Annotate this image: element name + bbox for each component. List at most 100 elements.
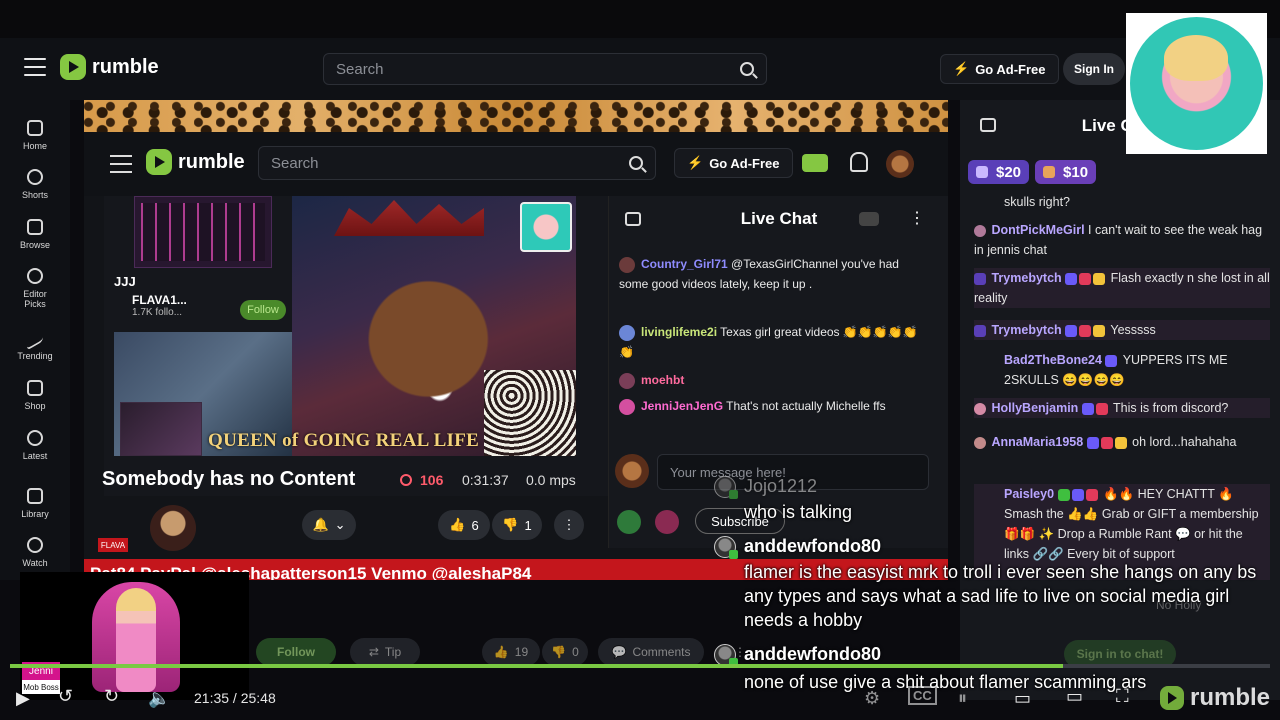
settings-gear-icon[interactable]: ⚙ — [864, 688, 880, 709]
rant-amount: $10 — [1063, 163, 1089, 181]
forward-icon[interactable]: ↻ — [104, 686, 119, 707]
chat-username: JenniJenJenG — [641, 399, 724, 413]
sidebar-item-library[interactable]: Library — [0, 488, 70, 519]
viewer-count: 106 — [420, 472, 444, 488]
collapse-chat-icon[interactable] — [980, 118, 996, 132]
user-avatar — [974, 402, 986, 415]
rant-chip[interactable]: $20 — [968, 160, 1030, 184]
chat-username: Trymebytch — [991, 323, 1062, 337]
inner-chat-message: livinglifeme2i Texas girl great videos 👏… — [619, 322, 929, 362]
inner-chat-avatar — [615, 454, 649, 488]
go-ad-free-button[interactable]: ⚡ Go Ad-Free — [940, 54, 1059, 84]
rant-strip: $20 $10 — [968, 160, 1097, 184]
dislike-count: 0 — [572, 645, 579, 659]
inner-search-input: Search — [258, 146, 656, 180]
rant-avatar-icon — [976, 166, 988, 178]
supporter-badge-icon — [1095, 402, 1108, 415]
pip-icon[interactable]: ⏸ — [958, 688, 967, 709]
chat-username: Paisley0 — [1004, 487, 1055, 501]
rant-dollar-icon — [617, 510, 641, 534]
rumble-logo-icon — [60, 54, 86, 80]
dislike-button[interactable]: 👎 0 — [542, 638, 588, 666]
comment-icon: 💬 — [611, 645, 627, 659]
membership-badge-icon — [1081, 402, 1094, 415]
mps-rate: 0.0 mps — [526, 472, 576, 488]
rewind-icon[interactable]: ↺ — [58, 686, 73, 707]
volume-icon[interactable]: 🔈 — [148, 688, 170, 709]
video-title: Somebody has no Content — [102, 468, 356, 490]
avatar-tag: FLAVA — [98, 538, 128, 552]
chat-message: HollyBenjamin This is from discord? — [974, 398, 1270, 418]
pink-thumbnail — [120, 402, 202, 456]
sidebar-item-trending[interactable]: Trending — [0, 325, 70, 361]
chat-message: DontPickMeGirl I can't wait to see the w… — [974, 220, 1270, 260]
sidebar-item-home[interactable]: Home — [0, 120, 70, 151]
rant-avatar-icon — [1043, 166, 1056, 178]
chat-text: That's not actually Michelle ffs — [726, 399, 886, 413]
top-letterbox — [0, 0, 1280, 38]
thumbs-down-icon: 👎 — [551, 645, 567, 659]
inner-like-button: 👍 6 — [438, 510, 490, 540]
search-icon[interactable] — [740, 62, 754, 76]
rant-amount: $20 — [996, 163, 1022, 181]
inner-menu-icon — [110, 155, 132, 173]
chat-text: Yesssss — [1110, 323, 1156, 337]
chat-username: Trymebytch — [991, 271, 1062, 285]
dislike-count: 1 — [524, 517, 532, 533]
stream-duration: 0:31:37 — [462, 472, 509, 488]
follow-button[interactable]: Follow — [256, 638, 336, 666]
chevron-down-icon: ⌄ — [334, 517, 346, 532]
rant-chip[interactable]: $10 — [1035, 160, 1097, 184]
user-avatar — [974, 272, 986, 285]
membership-badge-icon — [1071, 488, 1084, 501]
supporter-badge-icon — [1079, 324, 1092, 337]
miniplayer-icon[interactable]: ▭ — [1014, 688, 1031, 709]
sidebar-item-shorts[interactable]: Shorts — [0, 169, 70, 200]
membership-badge-icon — [1105, 354, 1118, 367]
bell-icon: 🔔 — [312, 517, 329, 532]
sidebar-item-label: Shorts — [21, 190, 48, 200]
tip-label: Tip — [384, 645, 402, 659]
sign-in-button[interactable]: Sign In — [1063, 53, 1125, 85]
comments-label: Comments — [632, 645, 691, 659]
rumble-logo-text: rumble — [92, 55, 159, 78]
shorts-icon — [27, 169, 43, 185]
comments-button[interactable]: 💬 Comments — [598, 638, 704, 666]
chat-username: moehbt — [641, 373, 685, 387]
like-button[interactable]: 👍 19 — [482, 638, 540, 666]
viewers-icon — [400, 474, 412, 486]
sidebar-item-watch[interactable]: Watch — [0, 537, 70, 568]
inner-chat-message: Country_Girl71 @TexasGirlChannel you've … — [619, 254, 929, 294]
inner-live-chat-title: Live Chat — [740, 209, 818, 228]
user-avatar — [619, 372, 635, 389]
progress-bar[interactable] — [10, 664, 1270, 668]
rumble-watermark: rumble — [1160, 684, 1270, 712]
sidebar-item-latest[interactable]: Latest — [0, 430, 70, 461]
fullscreen-icon[interactable]: ⛶ — [1116, 686, 1129, 707]
mini-follow-button: Follow — [240, 300, 286, 320]
chat-username: Country_Girl71 — [641, 257, 728, 271]
theater-icon[interactable]: ▭ — [1066, 686, 1083, 707]
thumbs-up-icon: 👍 — [449, 517, 466, 532]
search-input[interactable]: Search — [323, 53, 767, 85]
queen-overlay-title: QUEEN of GOING REAL LIFE — [208, 430, 480, 451]
sidebar-item-label: Shop — [24, 401, 46, 411]
captions-icon[interactable]: CC — [908, 686, 937, 705]
membership-badge-icon — [1065, 272, 1078, 285]
overlay-user-avatar — [714, 536, 738, 559]
mini-title: JJJ — [114, 274, 136, 289]
sidebar-item-editor-picks[interactable]: Editor Picks — [0, 268, 70, 309]
sidebar-item-browse[interactable]: Browse — [0, 219, 70, 250]
play-icon[interactable]: ▶ — [16, 688, 30, 709]
sidebar-item-shop[interactable]: Shop — [0, 380, 70, 411]
browse-icon — [27, 219, 43, 235]
menu-icon[interactable] — [24, 58, 46, 76]
chat-message: skulls right? — [1004, 192, 1280, 212]
inner-rumble-logo-icon — [146, 149, 172, 175]
inner-rumble-logo: rumble — [146, 149, 245, 175]
rumble-logo[interactable]: rumble — [60, 54, 159, 80]
thumbs-up-icon: 👍 — [493, 645, 509, 659]
mini-streamer-info: JJJ FLAVA1... 1.7K follo... Follow — [114, 274, 294, 328]
sidebar-item-label: Home — [22, 141, 47, 151]
tip-button[interactable]: ⇄ Tip — [350, 638, 420, 666]
